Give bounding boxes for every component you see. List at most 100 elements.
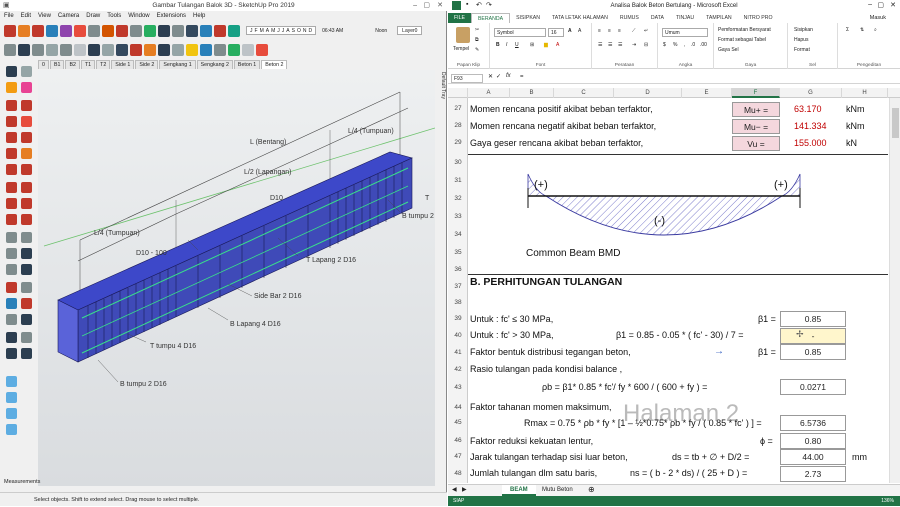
text-tool-icon[interactable] (21, 248, 32, 259)
find-icon[interactable]: ⌕ (874, 27, 877, 33)
row-header-29[interactable]: 29 (448, 139, 468, 146)
row-header-41[interactable]: 41 (448, 349, 468, 356)
zoom-tool-icon[interactable] (6, 298, 17, 309)
pie-icon[interactable] (21, 148, 32, 159)
scene-tab-beton1[interactable]: Beton 1 (233, 60, 261, 69)
dimension-icon[interactable] (21, 232, 32, 243)
underline-icon[interactable]: U (515, 42, 519, 48)
tape-icon[interactable] (6, 232, 17, 243)
minimize-icon[interactable]: – (413, 0, 417, 11)
row-header-43[interactable]: 43 (448, 384, 468, 391)
row-header-37[interactable]: 37 (448, 283, 468, 290)
zoom-window-icon[interactable] (21, 298, 32, 309)
confirm-entry-icon[interactable]: ✓ (496, 73, 501, 80)
row-header-30[interactable]: 30 (448, 159, 468, 166)
3d-text-icon[interactable] (21, 264, 32, 275)
tab-file[interactable]: FILE (448, 13, 471, 23)
month-jan[interactable]: J (250, 27, 253, 34)
menu-extensions[interactable]: Extensions (157, 12, 186, 21)
cell-mu-minus-unit[interactable]: kNm (846, 121, 865, 131)
copy-icon[interactable]: ⧉ (475, 37, 479, 43)
position-camera-icon[interactable] (6, 332, 17, 343)
tab-data[interactable]: DATA (645, 13, 670, 23)
col-header-b[interactable]: B (510, 88, 554, 98)
xray-icon[interactable] (88, 43, 100, 56)
scene-tab-t2[interactable]: T2 (96, 60, 111, 69)
left-view-icon[interactable] (74, 43, 86, 56)
scene-tab-sengkang1[interactable]: Sengkang 1 (159, 60, 196, 69)
menu-view[interactable]: View (38, 12, 51, 21)
sheet-tab-mutu-beton[interactable]: Mutu Beton (534, 485, 581, 496)
erase-icon[interactable] (21, 82, 32, 93)
right-view-icon[interactable] (46, 43, 58, 56)
cell-rho-b-value[interactable]: 0.0271 (780, 379, 846, 395)
select-all-corner[interactable] (448, 88, 468, 98)
font-color-icon[interactable]: A (556, 42, 559, 48)
layer-dropdown[interactable]: Layer0 (397, 26, 423, 35)
month-feb[interactable]: F (255, 27, 258, 34)
format-painter-icon[interactable]: ✎ (475, 47, 479, 53)
paste-icon[interactable] (456, 27, 470, 43)
cell-rho-b-formula[interactable]: ρb = β1* 0.85 * fc'/ fy * 600 / ( 600 + … (542, 382, 707, 392)
excel-maximize-icon[interactable]: ▢ (877, 1, 884, 9)
scene-tab-b2[interactable]: B2 (65, 60, 80, 69)
shaded-icon[interactable] (130, 43, 142, 56)
cell-jumlah-tulangan-label[interactable]: Jumlah tulangan dlm satu baris, (470, 468, 597, 478)
cell-ds-unit[interactable]: mm (852, 452, 867, 462)
month-may[interactable]: M (271, 27, 275, 34)
arc-icon[interactable] (6, 148, 17, 159)
insert-button[interactable]: Sisipkan (794, 27, 813, 33)
tab-rumus[interactable]: RUMUS (614, 13, 645, 23)
border-icon[interactable]: ⊞ (530, 42, 534, 48)
cell-ns-formula[interactable]: ns = ( b - 2 * ds) / ( 25 + D ) = (630, 468, 747, 478)
shadow-month-bar[interactable]: J F M A M J J A S O N D (246, 26, 317, 35)
scene-tab-b1[interactable]: B1 (49, 60, 65, 69)
components-icon[interactable] (172, 43, 184, 56)
cell-mu-plus-unit[interactable]: kNm (846, 104, 865, 114)
tab-tata-letak[interactable]: TATA LETAK HALAMAN (546, 13, 614, 23)
pencil-icon[interactable] (6, 100, 17, 111)
back-view-icon[interactable] (60, 43, 72, 56)
default-tray-tab[interactable]: Default Tray (436, 72, 446, 132)
col-header-f[interactable]: F (732, 88, 780, 98)
month-dec[interactable]: D (308, 27, 312, 34)
scene-tab-side2[interactable]: Side 2 (135, 60, 159, 69)
protractor-icon[interactable] (6, 248, 17, 259)
redo-icon[interactable]: ↷ (486, 1, 492, 9)
tab-tampilan[interactable]: TAMPILAN (700, 13, 738, 23)
cell-faktor-bentuk-label[interactable]: Faktor bentuk distribusi tegangan beton, (470, 347, 631, 357)
col-header-c[interactable]: C (554, 88, 614, 98)
menu-help[interactable]: Help (193, 12, 205, 21)
front-view-icon[interactable] (32, 43, 44, 56)
cell-ds-formula[interactable]: ds = tb + ∅ + D/2 = (672, 452, 749, 463)
circle-icon[interactable] (60, 24, 72, 37)
extension-icon[interactable] (214, 43, 226, 56)
fx-icon[interactable]: fx (506, 73, 511, 79)
arc3-icon[interactable] (21, 164, 32, 175)
circle-tool-icon[interactable] (6, 132, 17, 143)
comma-icon[interactable]: , (684, 42, 685, 48)
paste-label[interactable]: Tempel (453, 46, 469, 52)
hidden-line-icon[interactable] (116, 43, 128, 56)
cell-beta1-value-39[interactable]: 0.85 (780, 311, 846, 327)
align-right-icon[interactable]: ☰ (618, 42, 622, 48)
arc2-icon[interactable] (6, 164, 17, 175)
undo-icon[interactable]: ↶ (476, 1, 482, 9)
percent-icon[interactable]: % (673, 42, 677, 48)
sign-in-link[interactable]: Masuk (870, 13, 886, 23)
month-apr[interactable]: A (266, 27, 269, 34)
offset-tool-icon[interactable] (21, 214, 32, 225)
sheet-next-icon[interactable]: ▶ (462, 486, 467, 493)
menu-draw[interactable]: Draw (86, 12, 100, 21)
cell-faktor-tahanan-label[interactable]: Faktor tahanan momen maksimum, (470, 402, 612, 412)
grow-font-icon[interactable]: A (568, 28, 572, 34)
cell-beta1-value-41[interactable]: 0.85 (780, 344, 846, 360)
scene-tab-side1[interactable]: Side 1 (111, 60, 135, 69)
walk-icon[interactable] (6, 348, 17, 359)
tab-beranda[interactable]: BERANDA (470, 12, 511, 24)
zoom-level[interactable]: 136% (881, 496, 894, 506)
row-header-33[interactable]: 33 (448, 213, 468, 220)
textured-icon[interactable] (144, 43, 156, 56)
align-center-icon[interactable]: ☰ (608, 42, 612, 48)
top-view-icon[interactable] (18, 43, 30, 56)
